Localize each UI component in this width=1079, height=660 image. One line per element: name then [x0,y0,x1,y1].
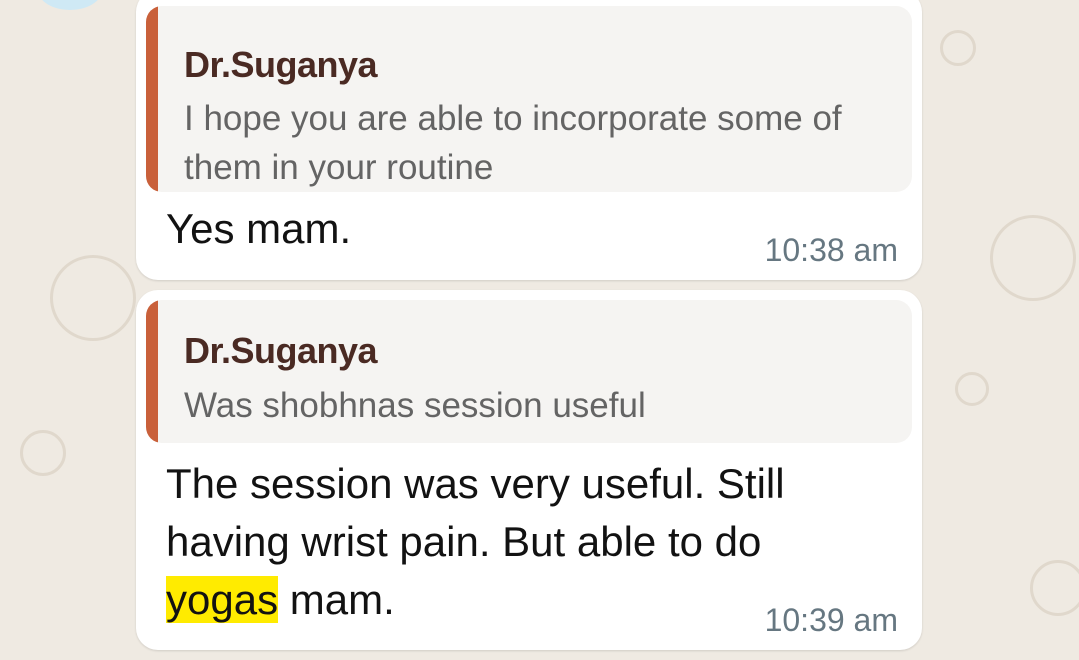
quote-author: Dr.Suganya [184,330,378,371]
quote-author: Dr.Suganya [184,44,378,85]
quote-text: Was shobhnas session useful [184,386,646,425]
quote-accent-bar [146,300,158,443]
message-text-after: mam. [278,576,395,623]
wallpaper-doodle [940,30,976,66]
message-time: 10:39 am [764,602,898,638]
wallpaper-doodle [955,372,989,406]
wallpaper-doodle [990,215,1076,301]
quoted-message[interactable]: Dr.Suganya Was shobhnas session useful [146,300,912,443]
message-text-before: The session was very useful. Still havin… [166,460,785,565]
avatar[interactable] [38,0,102,10]
message-time: 10:38 am [764,232,898,268]
quoted-message[interactable]: Dr.Suganya I hope you are able to incorp… [146,6,912,192]
wallpaper-doodle [50,255,136,341]
wallpaper-doodle [20,430,66,476]
search-highlight: yogas [166,576,279,623]
quote-accent-bar [146,6,158,192]
wallpaper-doodle [1030,560,1079,616]
quote-text: I hope you are able to incorporate some … [184,99,842,187]
message-bubble[interactable]: Dr.Suganya I hope you are able to incorp… [136,0,922,280]
message-bubble[interactable]: Dr.Suganya Was shobhnas session useful T… [136,290,922,650]
